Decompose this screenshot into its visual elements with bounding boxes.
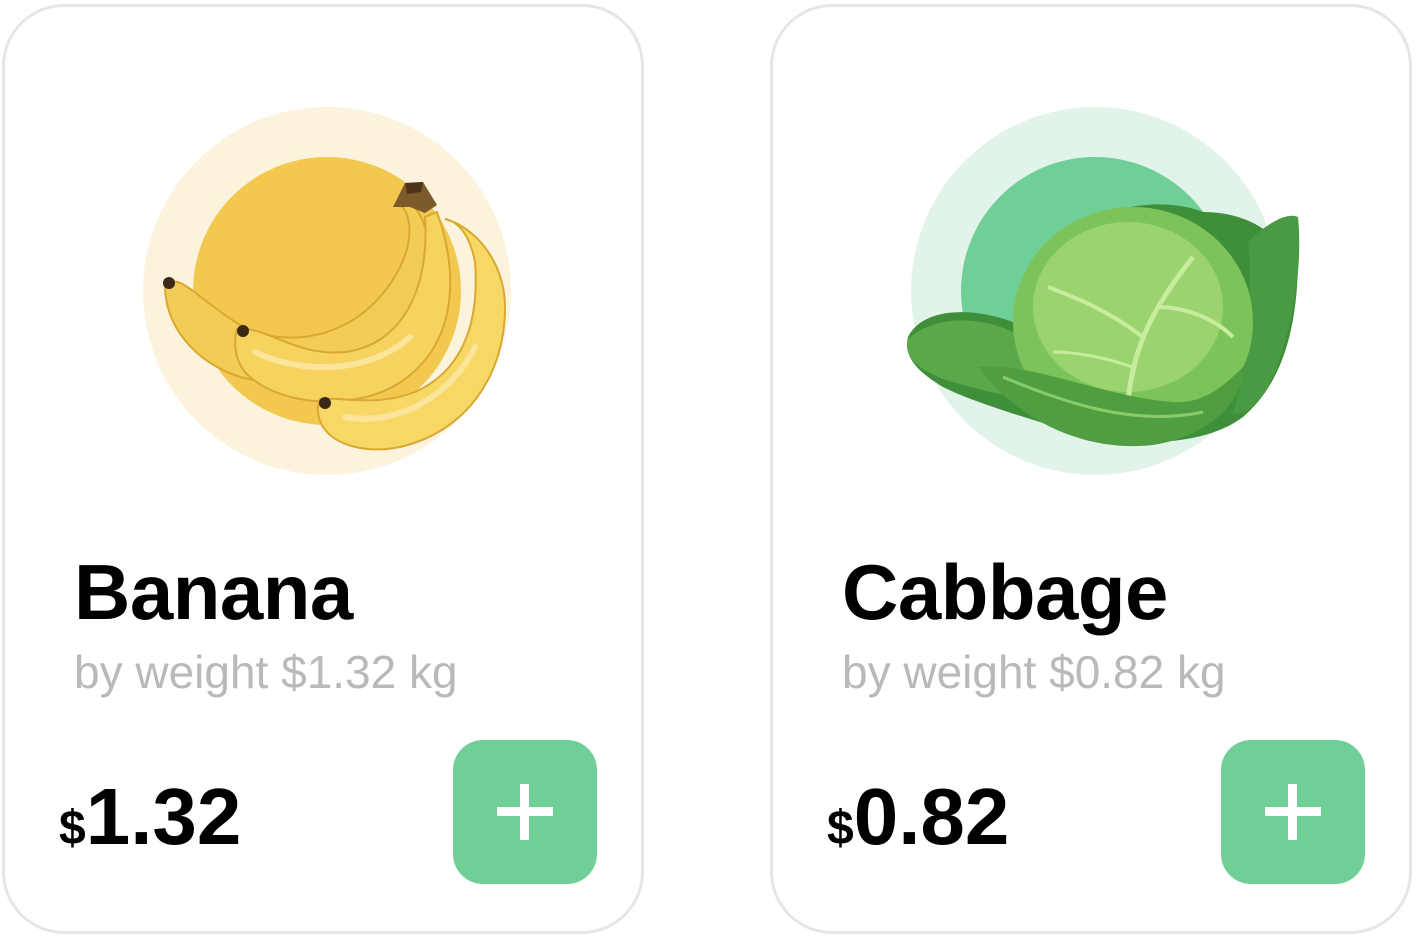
- plus-icon: [1265, 784, 1321, 840]
- banana-image: [143, 107, 511, 475]
- price-amount: 1.32: [85, 772, 242, 861]
- product-price: $1.32: [59, 777, 241, 857]
- product-weight-price: by weight $0.82 kg: [842, 646, 1226, 698]
- plus-icon: [497, 784, 553, 840]
- product-card-banana[interactable]: Banana by weight $1.32 kg $1.32: [2, 4, 644, 934]
- product-price: $0.82: [827, 777, 1009, 857]
- product-image-cabbage: [773, 7, 1409, 527]
- add-to-cart-button[interactable]: [453, 740, 597, 884]
- price-amount: 0.82: [853, 772, 1010, 861]
- product-image-banana: [5, 7, 641, 527]
- currency-symbol: $: [59, 802, 86, 855]
- product-name: Banana: [74, 548, 353, 636]
- product-weight-price: by weight $1.32 kg: [74, 646, 458, 698]
- add-to-cart-button[interactable]: [1221, 740, 1365, 884]
- currency-symbol: $: [827, 802, 854, 855]
- cabbage-image: [907, 107, 1300, 475]
- product-card-cabbage[interactable]: Cabbage by weight $0.82 kg $0.82: [770, 4, 1412, 934]
- product-name: Cabbage: [842, 548, 1168, 636]
